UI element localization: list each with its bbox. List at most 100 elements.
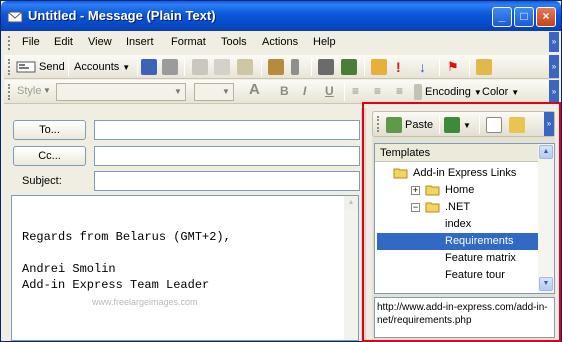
attach-button[interactable] [291, 58, 299, 76]
send-label: Send [39, 61, 65, 73]
paste-template-button[interactable]: Paste [386, 116, 433, 134]
paste-label: Paste [405, 119, 434, 131]
tree-item-feature-matrix[interactable]: Feature matrix [445, 250, 516, 267]
menu-tools[interactable]: Tools [221, 36, 247, 48]
tree-scrollbar[interactable]: ▲ ▼ [538, 144, 554, 293]
new-folder-icon [509, 117, 525, 133]
floppy-icon [141, 59, 157, 75]
menu-format[interactable]: Format [171, 36, 206, 48]
scroll-down-icon[interactable]: ▼ [539, 277, 553, 291]
cc-button[interactable]: Cc... [13, 146, 86, 166]
font-size-combo[interactable]: ▼ [194, 83, 234, 101]
chevron-down-icon: ▼ [511, 87, 520, 97]
options-button[interactable] [371, 58, 387, 76]
italic-button[interactable]: I [303, 84, 306, 98]
save-button[interactable] [141, 58, 157, 76]
encoding-menu[interactable]: Encoding ▼ [414, 83, 482, 101]
bold-button[interactable]: B [280, 84, 289, 98]
tree-item-feature-tour[interactable]: Feature tour [445, 267, 505, 284]
toolbar-grip[interactable] [8, 84, 11, 100]
cut-button[interactable] [192, 58, 208, 76]
template-url: http://www.add-in-express.com/add-in-net… [377, 302, 548, 326]
maximize-button[interactable]: □ [514, 7, 534, 27]
tree-item-label: Feature matrix [445, 252, 516, 264]
encoding-icon [414, 84, 422, 100]
low-importance-button[interactable]: ↓ [419, 58, 426, 76]
toolbar-overflow-chevron[interactable]: » [549, 80, 559, 103]
clipboard-icon [237, 59, 253, 75]
menu-actions[interactable]: Actions [262, 36, 298, 48]
template-url-field[interactable]: http://www.add-in-express.com/add-in-net… [374, 297, 555, 338]
message-window: Untitled - Message (Plain Text) _ □ × Fi… [0, 0, 562, 342]
subject-field[interactable] [94, 171, 360, 191]
paste-icon [386, 117, 402, 133]
spelling-button[interactable] [341, 58, 357, 76]
menu-bar: File Edit View Insert Format Tools Actio… [4, 32, 559, 54]
toolbar-grip[interactable] [377, 116, 380, 132]
to-button[interactable]: To... [13, 120, 86, 140]
style-label: Style [17, 85, 42, 97]
toolbar-overflow-chevron[interactable]: » [549, 55, 559, 78]
toolbar-grip[interactable] [8, 59, 11, 75]
expand-icon[interactable]: + [411, 186, 420, 195]
toolbar-separator [344, 83, 345, 101]
print-button[interactable] [162, 58, 178, 76]
font-color-icon[interactable]: A [249, 81, 260, 98]
align-center-icon[interactable]: ≡ [374, 84, 381, 98]
menu-overflow-chevron[interactable]: » [549, 32, 559, 52]
chevron-down-icon: ▼ [122, 62, 131, 72]
check-names-button[interactable] [268, 58, 284, 76]
menu-insert[interactable]: Insert [126, 36, 154, 48]
chevron-down-icon: ▼ [222, 87, 230, 96]
menu-help[interactable]: Help [313, 36, 336, 48]
accounts-button[interactable]: Accounts ▼ [74, 58, 130, 76]
book-icon [318, 59, 334, 75]
add-in-button[interactable] [476, 58, 492, 76]
toolbar-separator [184, 58, 185, 76]
paste-button[interactable] [237, 58, 253, 76]
send-button[interactable]: Send [16, 58, 65, 76]
underline-button[interactable]: U [325, 84, 334, 98]
insert-icon [444, 117, 460, 133]
high-importance-button[interactable]: ! [396, 58, 401, 76]
align-left-icon[interactable]: ≡ [352, 84, 359, 98]
toolbar-separator [479, 116, 480, 134]
address-book-icon [268, 59, 284, 75]
body-scrollbar[interactable]: ▲ [344, 196, 358, 340]
to-field[interactable] [94, 120, 360, 140]
templates-tree[interactable]: Templates Add-in Express Links + Home − … [374, 143, 555, 294]
tree-item-requirements[interactable]: Requirements [445, 233, 513, 250]
menu-edit[interactable]: Edit [54, 36, 73, 48]
menu-file[interactable]: File [22, 36, 40, 48]
pane-toolbar-overflow-chevron[interactable]: » [544, 112, 554, 136]
cc-field[interactable] [94, 146, 360, 166]
copy-button[interactable] [214, 58, 230, 76]
scroll-up-icon[interactable]: ▲ [539, 145, 553, 159]
flag-button[interactable]: ⚑ [447, 58, 459, 76]
tree-item-index[interactable]: index [445, 216, 471, 233]
close-button[interactable]: × [536, 7, 556, 27]
insert-menu-button[interactable]: ▼ [444, 116, 471, 134]
pane-toolbar: Paste ▼ » [372, 111, 555, 137]
new-template-button[interactable] [486, 116, 502, 134]
toolbar-separator [439, 116, 440, 134]
down-arrow-icon: ↓ [419, 59, 426, 75]
minimize-button[interactable]: _ [492, 7, 512, 27]
title-bar[interactable]: Untitled - Message (Plain Text) _ □ × [1, 1, 561, 31]
menu-view[interactable]: View [88, 36, 112, 48]
font-name-combo[interactable]: ▼ [56, 83, 186, 101]
scroll-up-icon[interactable]: ▲ [344, 196, 358, 210]
align-right-icon[interactable]: ≡ [396, 84, 403, 98]
color-menu[interactable]: Color ▼ [482, 83, 519, 101]
address-book-button[interactable] [318, 58, 334, 76]
toolbar-separator [364, 58, 365, 76]
paperclip-icon [291, 59, 299, 75]
menu-grip[interactable] [8, 36, 11, 50]
flag-icon: ⚑ [447, 59, 459, 74]
new-folder-button[interactable] [509, 116, 525, 134]
chevron-down-icon: ▼ [43, 86, 51, 95]
message-body[interactable]: Regards from Belarus (GMT+2), Andrei Smo… [11, 195, 359, 341]
envelope-icon [7, 11, 23, 23]
collapse-icon[interactable]: − [411, 203, 420, 212]
style-combo[interactable]: Style ▼ [14, 83, 54, 101]
